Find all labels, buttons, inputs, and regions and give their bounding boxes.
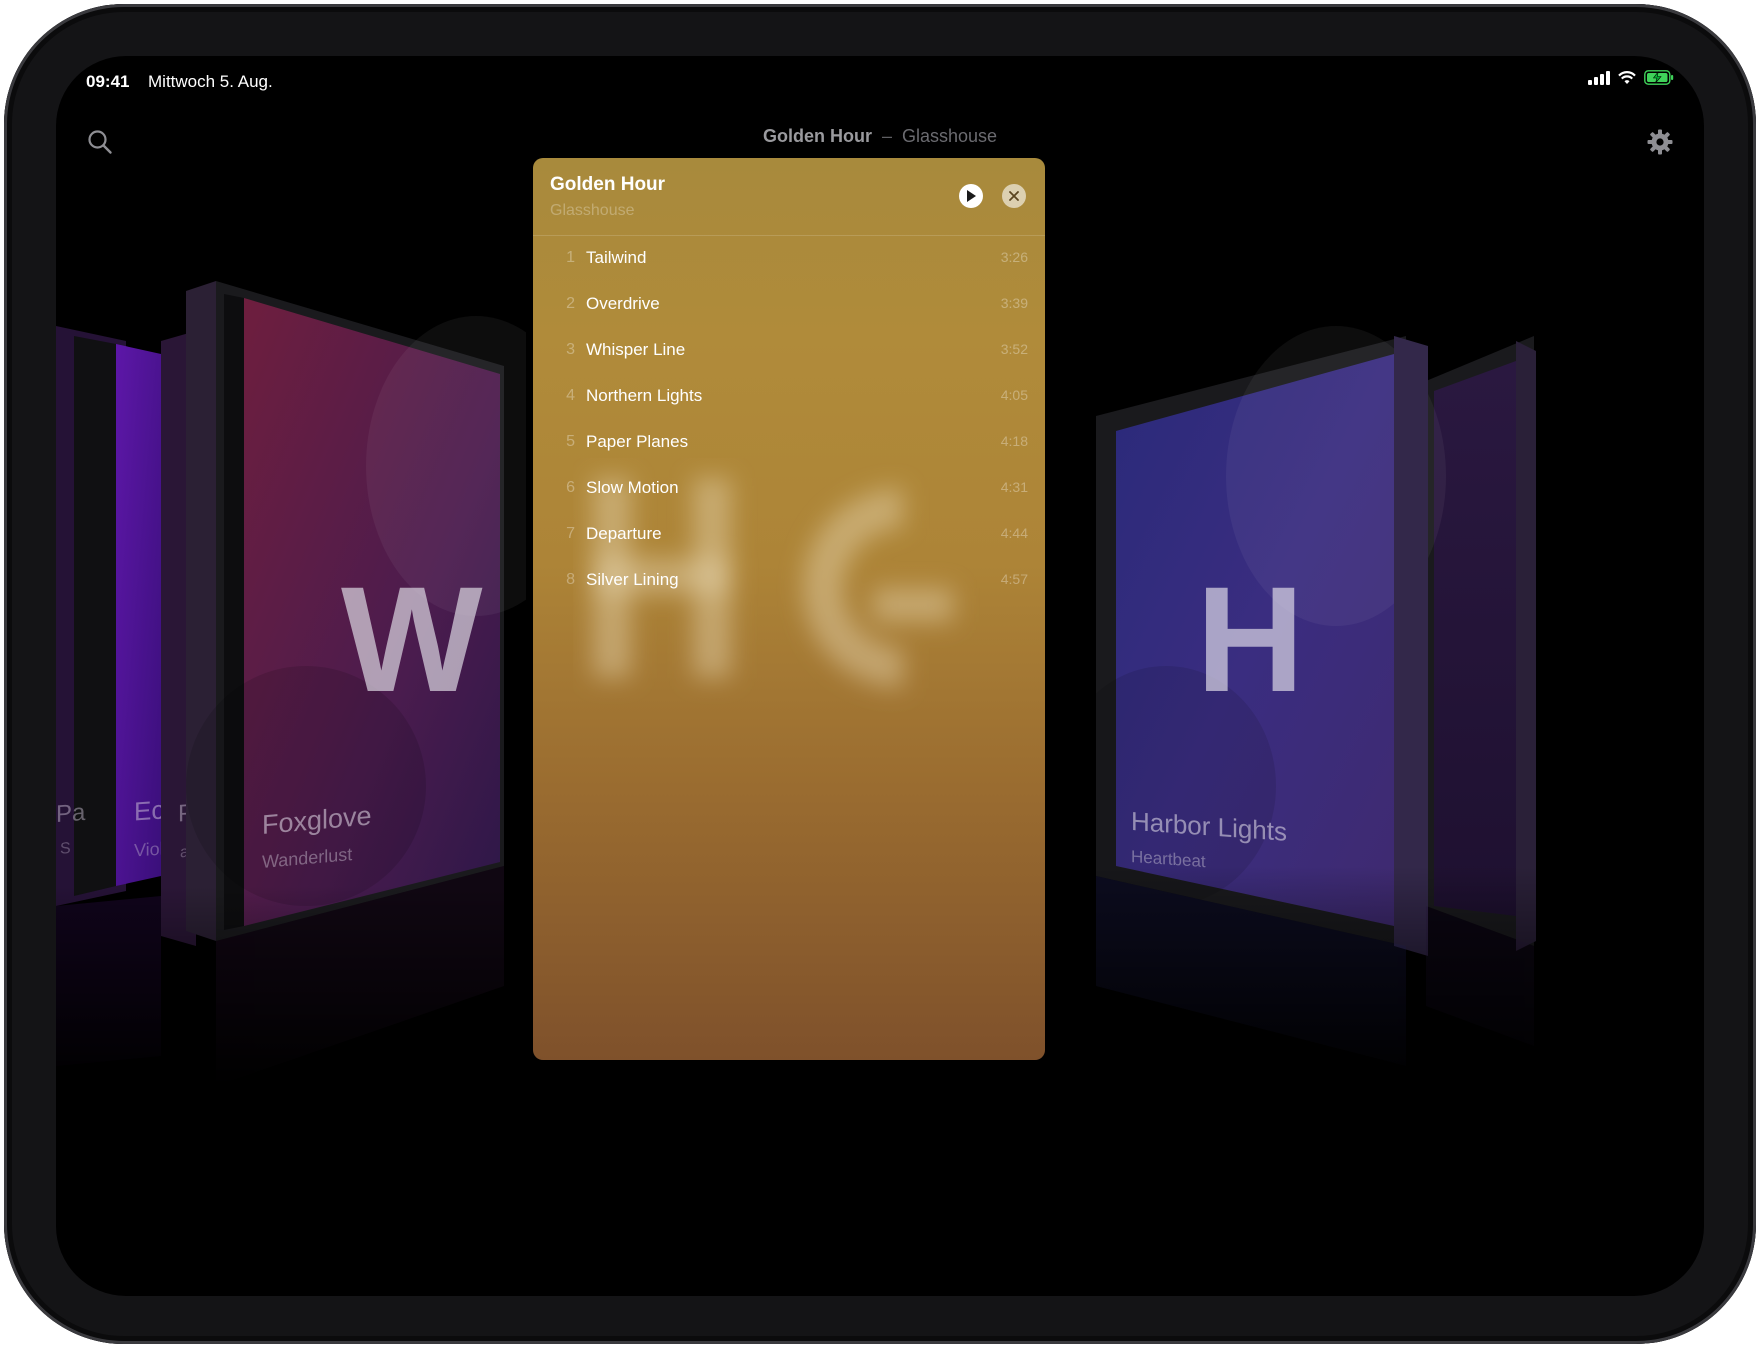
track-number: 6 xyxy=(566,479,575,496)
play-icon xyxy=(967,190,976,202)
now-playing-separator: – xyxy=(881,126,892,146)
cover-foxglove-letter: W xyxy=(341,555,483,723)
track-duration: 3:39 xyxy=(1000,295,1028,311)
track-duration: 4:44 xyxy=(1000,525,1028,541)
track-number: 5 xyxy=(566,433,575,450)
settings-button[interactable] xyxy=(1640,122,1680,162)
track-title: Slow Motion xyxy=(586,478,679,497)
battery-charging-icon xyxy=(1644,70,1674,85)
track-row[interactable]: 3 Whisper Line 3:52 xyxy=(533,328,1045,374)
cellular-signal-icon xyxy=(1588,70,1610,85)
track-row[interactable]: 6 Slow Motion 4:31 xyxy=(533,466,1045,512)
status-date: Mittwoch 5. Aug. xyxy=(148,72,273,91)
track-title: Northern Lights xyxy=(586,386,703,405)
track-title: Silver Lining xyxy=(586,570,679,589)
album-cover-far-left[interactable]: Ech Viole Pa S xyxy=(56,326,179,906)
track-duration: 3:52 xyxy=(1000,341,1028,357)
now-playing-header[interactable]: Golden Hour – Glasshouse xyxy=(56,126,1704,147)
track-duration: 4:18 xyxy=(1000,433,1028,449)
cover-harbor-letter: H xyxy=(1196,555,1304,723)
track-number: 7 xyxy=(566,525,575,542)
track-title: Paper Planes xyxy=(586,432,689,451)
cover-far-left2-title: Pa xyxy=(56,799,86,828)
close-panel-button[interactable] xyxy=(1002,184,1026,208)
panel-album-title: Golden Hour xyxy=(550,174,666,195)
track-duration: 4:31 xyxy=(1000,479,1028,495)
track-duration: 4:05 xyxy=(1000,387,1028,403)
gear-icon xyxy=(1647,129,1673,155)
now-playing-title: Golden Hour xyxy=(762,126,872,146)
status-time: 09:41 xyxy=(86,72,130,91)
cover-far-left2-artist: S xyxy=(60,840,71,858)
track-title: Tailwind xyxy=(586,248,647,267)
screen: 09:41 Mittwoch 5. Aug. Golden Hour – Gla… xyxy=(56,56,1704,1296)
coverflow-right: H Harbor Lights Heartbeat xyxy=(1046,326,1704,1086)
wifi-icon xyxy=(1618,70,1636,84)
track-list: 1 Tailwind 3:26 2 Overdrive 3:39 3 Whisp… xyxy=(533,236,1045,604)
track-row[interactable]: 5 Paper Planes 4:18 xyxy=(533,420,1045,466)
play-album-button[interactable] xyxy=(959,184,983,208)
close-icon xyxy=(1009,191,1019,201)
panel-header: Golden Hour Glasshouse xyxy=(533,158,1045,236)
track-row[interactable]: 4 Northern Lights 4:05 xyxy=(533,374,1045,420)
track-number: 2 xyxy=(566,295,575,312)
track-number: 4 xyxy=(566,387,575,404)
track-title: Departure xyxy=(586,524,662,543)
album-cover-foxglove[interactable]: W Foxglove Wanderlust xyxy=(186,281,526,941)
track-row[interactable]: 2 Overdrive 3:39 xyxy=(533,282,1045,328)
track-title: Whisper Line xyxy=(586,340,686,359)
now-playing-artist: Glasshouse xyxy=(901,126,998,146)
album-cover-harbor-lights[interactable]: H Harbor Lights Heartbeat xyxy=(1056,326,1446,956)
track-number: 1 xyxy=(566,249,575,266)
status-bar: 09:41 Mittwoch 5. Aug. xyxy=(56,56,1704,116)
track-duration: 4:57 xyxy=(1000,571,1028,587)
album-cover-right-mid[interactable] xyxy=(1426,336,1536,951)
ipad-frame: 09:41 Mittwoch 5. Aug. Golden Hour – Gla… xyxy=(4,4,1756,1344)
track-row[interactable]: 1 Tailwind 3:26 xyxy=(533,236,1045,282)
track-title: Overdrive xyxy=(586,294,660,313)
track-duration: 3:26 xyxy=(1000,249,1028,265)
track-number: 3 xyxy=(566,341,575,358)
track-number: 8 xyxy=(566,571,575,588)
track-row[interactable]: 8 Silver Lining 4:57 xyxy=(533,558,1045,604)
coverflow-left: Ech Viole Pa S Pa ati W Foxglove xyxy=(56,281,526,1086)
panel-album-artist: Glasshouse xyxy=(550,202,635,219)
track-row[interactable]: 7 Departure 4:44 xyxy=(533,512,1045,558)
album-track-panel: Golden Hour Glasshouse 1 Tailwind 3:26 2… xyxy=(533,158,1045,1060)
status-indicators xyxy=(1588,70,1674,85)
